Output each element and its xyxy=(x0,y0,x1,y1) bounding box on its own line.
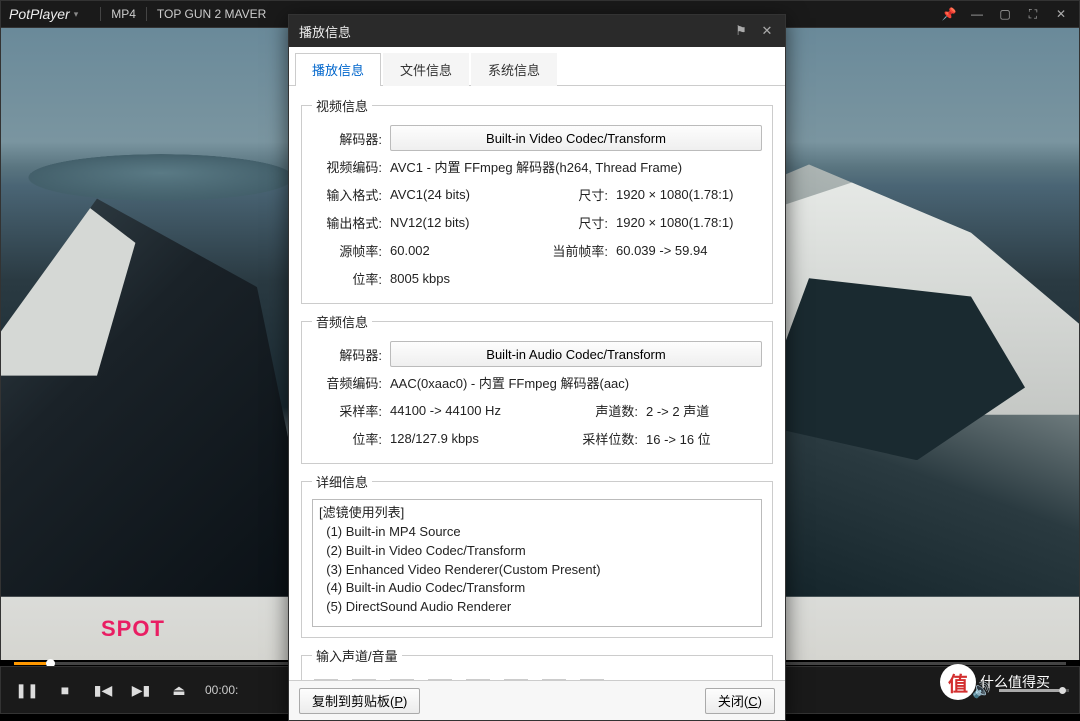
sample-bits: 16 -> 16 位 xyxy=(646,429,711,448)
audio-legend: 音频信息 xyxy=(312,312,372,331)
channels: 2 -> 2 声道 xyxy=(646,401,709,420)
channel-slider[interactable] xyxy=(390,679,414,680)
dialog-footer: 复制到剪贴板(P) 关闭(C) xyxy=(289,680,785,720)
audio-encoding: AAC(0xaac0) - 内置 FFmpeg 解码器(aac) xyxy=(390,373,629,392)
input-volume-group: 输入声道/音量 xyxy=(301,646,773,680)
format-label: MP4 xyxy=(111,7,136,21)
video-encoding: AVC1 - 内置 FFmpeg 解码器(h264, Thread Frame) xyxy=(390,157,682,176)
audio-bitrate: 128/127.9 kbps xyxy=(390,431,550,446)
video-legend: 视频信息 xyxy=(312,96,372,115)
channel-slider[interactable] xyxy=(542,679,566,680)
dialog-tabs: 播放信息 文件信息 系统信息 xyxy=(289,47,785,86)
chevron-down-icon[interactable]: ▾ xyxy=(74,9,79,20)
video-bitrate: 8005 kbps xyxy=(390,271,450,286)
dialog-close-icon[interactable]: ✕ xyxy=(759,23,775,39)
video-watermark: SPOT xyxy=(101,616,165,642)
pin-icon[interactable]: 📌 xyxy=(939,4,959,24)
dialog-body[interactable]: 视频信息 解码器: Built-in Video Codec/Transform… xyxy=(289,86,785,680)
input-dimension: 1920 × 1080(1.78:1) xyxy=(616,187,733,202)
detail-textarea[interactable]: [滤镜使用列表] (1) Built-in MP4 Source (2) Bui… xyxy=(312,499,762,627)
dialog-title: 播放信息 xyxy=(299,22,351,41)
source-fps: 60.002 xyxy=(390,243,520,258)
app-brand[interactable]: PotPlayer xyxy=(9,6,70,22)
output-format: NV12(12 bits) xyxy=(390,215,520,230)
video-decoder-button[interactable]: Built-in Video Codec/Transform xyxy=(390,125,762,151)
video-info-group: 视频信息 解码器: Built-in Video Codec/Transform… xyxy=(301,96,773,304)
maximize-icon[interactable]: ▢ xyxy=(995,4,1015,24)
close-icon[interactable]: ✕ xyxy=(1051,4,1071,24)
tab-system-info[interactable]: 系统信息 xyxy=(471,53,557,86)
dialog-titlebar[interactable]: 播放信息 ⚑ ✕ xyxy=(289,15,785,47)
dialog-pin-icon[interactable]: ⚑ xyxy=(733,23,749,39)
prev-button[interactable]: ▮◀ xyxy=(87,674,119,706)
channel-slider[interactable] xyxy=(466,679,490,680)
file-title: TOP GUN 2 MAVER xyxy=(157,7,266,21)
tab-file-info[interactable]: 文件信息 xyxy=(383,53,469,86)
minimize-icon[interactable]: — xyxy=(967,4,987,24)
playback-info-dialog: 播放信息 ⚑ ✕ 播放信息 文件信息 系统信息 视频信息 解码器: Built-… xyxy=(288,14,786,721)
detail-info-group: 详细信息 [滤镜使用列表] (1) Built-in MP4 Source (2… xyxy=(301,472,773,638)
channel-slider[interactable] xyxy=(580,679,604,680)
close-button[interactable]: 关闭(C) xyxy=(705,688,775,714)
channel-slider[interactable] xyxy=(352,679,376,680)
pause-button[interactable]: ❚❚ xyxy=(11,674,43,706)
time-display: 00:00: xyxy=(205,683,238,697)
samplerate: 44100 -> 44100 Hz xyxy=(390,403,550,418)
current-fps: 60.039 -> 59.94 xyxy=(616,243,707,258)
next-button[interactable]: ▶▮ xyxy=(125,674,157,706)
audio-info-group: 音频信息 解码器: Built-in Audio Codec/Transform… xyxy=(301,312,773,464)
volume-legend: 输入声道/音量 xyxy=(312,646,402,665)
channel-slider[interactable] xyxy=(428,679,452,680)
smzdm-logo-icon: 值 xyxy=(940,664,976,700)
channel-slider[interactable] xyxy=(504,679,528,680)
eject-button[interactable]: ⏏ xyxy=(163,674,195,706)
stop-button[interactable]: ■ xyxy=(49,674,81,706)
channel-slider[interactable] xyxy=(314,679,338,680)
fullscreen-icon[interactable]: ⛶ xyxy=(1023,4,1043,24)
detail-legend: 详细信息 xyxy=(312,472,372,491)
site-watermark: 值 什么值得买 xyxy=(940,662,1068,702)
copy-clipboard-button[interactable]: 复制到剪贴板(P) xyxy=(299,688,420,714)
tab-playback-info[interactable]: 播放信息 xyxy=(295,53,381,86)
output-dimension: 1920 × 1080(1.78:1) xyxy=(616,215,733,230)
audio-decoder-button[interactable]: Built-in Audio Codec/Transform xyxy=(390,341,762,367)
input-format: AVC1(24 bits) xyxy=(390,187,520,202)
